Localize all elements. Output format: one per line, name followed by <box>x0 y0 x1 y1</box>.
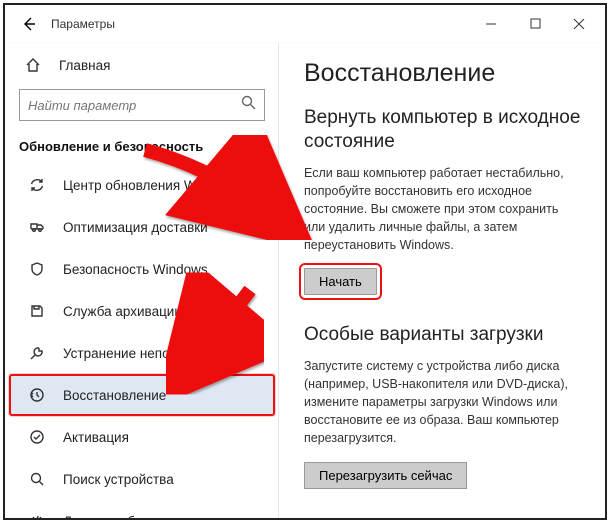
window-title: Параметры <box>51 17 115 31</box>
reset-start-button[interactable]: Начать <box>304 268 377 295</box>
back-button[interactable] <box>9 5 49 43</box>
recovery-icon <box>27 387 47 403</box>
sidebar-item-label: Активация <box>63 430 129 445</box>
settings-window: Параметры Главная <box>3 3 607 520</box>
content: Главная Обновление и безопасность Центр … <box>5 43 605 518</box>
close-icon <box>573 18 585 30</box>
sidebar-item-label: Для разработчиков <box>63 514 184 519</box>
delivery-icon <box>27 219 47 235</box>
sidebar-item-label: Безопасность Windows <box>63 262 208 277</box>
troubleshoot-icon <box>27 345 47 361</box>
titlebar: Параметры <box>5 5 605 43</box>
sidebar-item-label: Устранение неполадок <box>63 346 206 361</box>
find-device-icon <box>27 471 47 487</box>
main-panel: Восстановление Вернуть компьютер в исход… <box>280 43 605 518</box>
sidebar-item-security[interactable]: Безопасность Windows <box>9 248 275 290</box>
sidebar-nav: Центр обновления Windows Оптимизация дос… <box>5 164 279 518</box>
backup-icon <box>27 303 47 319</box>
search-icon <box>234 95 256 115</box>
advanced-description: Запустите систему с устройства либо диск… <box>304 357 581 448</box>
caption-buttons <box>469 9 601 39</box>
sidebar-item-troubleshoot[interactable]: Устранение неполадок <box>9 332 275 374</box>
home-icon <box>23 57 43 73</box>
activation-icon <box>27 429 47 445</box>
minimize-icon <box>485 18 497 30</box>
sidebar-item-windows-update[interactable]: Центр обновления Windows <box>9 164 275 206</box>
shield-icon <box>27 261 47 277</box>
search-box[interactable] <box>19 89 265 121</box>
home-link[interactable]: Главная <box>5 47 279 83</box>
advanced-startup-section: Особые варианты загрузки Запустите систе… <box>304 323 581 488</box>
maximize-button[interactable] <box>513 9 557 39</box>
sidebar-section-header: Обновление и безопасность <box>5 131 279 164</box>
sidebar-item-label: Служба архивации <box>63 304 182 319</box>
back-arrow-icon <box>21 16 37 32</box>
reset-heading: Вернуть компьютер в исходное состояние <box>304 106 581 154</box>
sidebar-item-label: Поиск устройства <box>63 472 174 487</box>
sidebar-item-label: Оптимизация доставки <box>63 220 208 235</box>
sidebar-item-delivery[interactable]: Оптимизация доставки <box>9 206 275 248</box>
close-button[interactable] <box>557 9 601 39</box>
sidebar: Главная Обновление и безопасность Центр … <box>5 43 280 518</box>
sidebar-item-label: Восстановление <box>63 388 166 403</box>
sidebar-item-label: Центр обновления Windows <box>63 178 239 193</box>
sidebar-item-recovery[interactable]: Восстановление <box>9 374 275 416</box>
home-label: Главная <box>59 58 110 73</box>
maximize-icon <box>530 18 541 29</box>
sidebar-item-activation[interactable]: Активация <box>9 416 275 458</box>
advanced-heading: Особые варианты загрузки <box>304 323 581 347</box>
reset-section: Вернуть компьютер в исходное состояние Е… <box>304 106 581 295</box>
extra-section: Дополнительные параметры восстановления <box>304 517 581 519</box>
sync-icon <box>27 177 47 193</box>
extra-heading: Дополнительные параметры восстановления <box>304 517 581 519</box>
developer-icon <box>27 513 47 518</box>
reset-description: Если ваш компьютер работает нестабильно,… <box>304 164 581 255</box>
minimize-button[interactable] <box>469 9 513 39</box>
restart-now-button[interactable]: Перезагрузить сейчас <box>304 462 467 489</box>
sidebar-item-developer[interactable]: Для разработчиков <box>9 500 275 518</box>
search-input[interactable] <box>28 98 234 113</box>
page-title: Восстановление <box>304 59 581 88</box>
sidebar-item-find-device[interactable]: Поиск устройства <box>9 458 275 500</box>
sidebar-item-backup[interactable]: Служба архивации <box>9 290 275 332</box>
